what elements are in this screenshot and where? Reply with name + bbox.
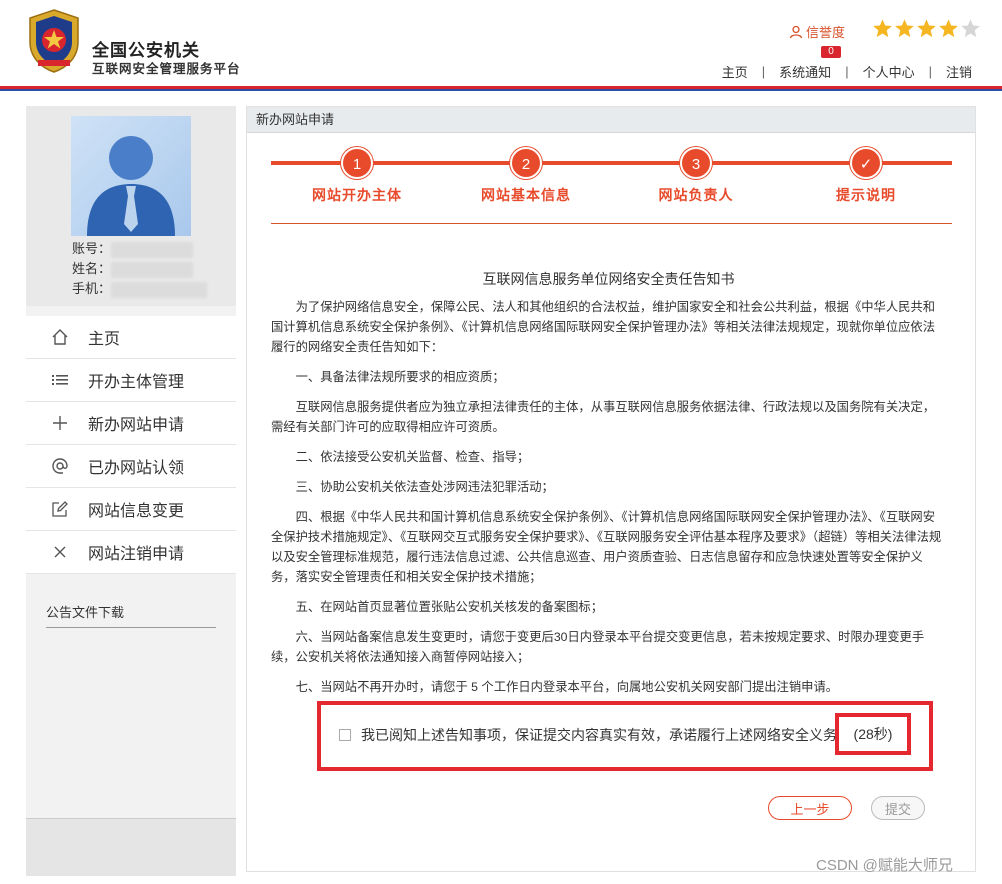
credit-label: 信誉度: [806, 25, 846, 40]
nav-logout[interactable]: 注销: [946, 62, 972, 81]
step-label: 网站开办主体: [312, 187, 402, 203]
notification-count-badge: 0: [821, 46, 841, 58]
sidebar-item-label: 主页: [88, 331, 121, 348]
sidebar-footer: [26, 818, 236, 876]
step-label: 网站负责人: [658, 187, 734, 203]
nav-home[interactable]: 主页: [722, 62, 748, 81]
list-icon: [50, 370, 70, 390]
sidebar-item-label: 网站信息变更: [88, 503, 185, 520]
phone-value-redacted: [111, 281, 208, 298]
account-row: 账号：: [72, 238, 194, 258]
step-label: 提示说明: [836, 187, 896, 203]
nav-system-notice[interactable]: 系统通知: [779, 62, 831, 81]
step-4: ✓ 提示说明: [806, 147, 926, 205]
police-emblem-icon: [29, 9, 79, 73]
phone-label: 手机：: [72, 281, 112, 296]
progress-steps: 1 网站开办主体 2 网站基本信息 3 网站负责人 ✓ 提示说明: [271, 147, 952, 207]
step-number: 1: [341, 147, 373, 179]
sidebar-item-entity-management[interactable]: 开办主体管理: [26, 359, 236, 402]
watermark: CSDN @赋能大师兄: [816, 857, 953, 874]
name-row: 姓名：: [72, 258, 194, 278]
top-navigation: 主页 | 系统通知 | 个人中心 | 注销: [722, 62, 972, 81]
sidebar-item-label: 已办网站认领: [88, 460, 185, 477]
avatar: [71, 116, 191, 236]
sidebar: 账号： 姓名： 手机： 主页 开办主体管理 新办网站申请 已办网站认领 网站信息…: [26, 106, 236, 876]
step-check: ✓: [850, 147, 882, 179]
document-paragraph: 五、在网站首页显著位置张贴公安机关核发的备案图标；: [295, 600, 604, 614]
agreement-highlight-box: 我已阅知上述告知事项，保证提交内容真实有效，承诺履行上述网络安全义务 (28秒): [317, 701, 933, 771]
step-number: 3: [680, 147, 712, 179]
sidebar-item-change-info[interactable]: 网站信息变更: [26, 488, 236, 531]
step-3: 3 网站负责人: [636, 147, 756, 205]
star-filled-icon: [873, 19, 892, 38]
header-divider-blue: [0, 89, 1002, 91]
panel-title: 新办网站申请: [247, 107, 975, 133]
step-label: 网站基本信息: [481, 187, 571, 203]
home-icon: [50, 327, 70, 347]
agreement-text: 我已阅知上述告知事项，保证提交内容真实有效，承诺履行上述网络安全义务: [361, 727, 837, 743]
document-title: 互联网信息服务单位网络安全责任告知书: [482, 271, 735, 287]
account-value-redacted: [111, 241, 194, 258]
document-paragraph: 六、当网站备案信息发生变更时，请您于变更后30日内登录本平台提交变更信息，若未按…: [271, 630, 925, 664]
close-icon: [50, 542, 70, 562]
phone-row: 手机：: [72, 278, 208, 298]
step-1: 1 网站开办主体: [297, 147, 417, 205]
site-subtitle: 互联网安全管理服务平台: [92, 62, 241, 76]
main-panel: 新办网站申请 1 网站开办主体 2 网站基本信息 3 网站负责人 ✓ 提示说明 …: [246, 106, 976, 872]
at-icon: [50, 456, 70, 476]
document-paragraph: 一、具备法律法规所要求的相应资质；: [295, 370, 505, 384]
star-filled-icon: [895, 19, 914, 38]
user-icon: [789, 25, 803, 38]
agreement-checkbox[interactable]: [339, 729, 351, 741]
step-number: 2: [510, 147, 542, 179]
step-2: 2 网站基本信息: [466, 147, 586, 205]
announcement-downloads-link[interactable]: 公告文件下载: [46, 602, 216, 628]
rating-stars: [872, 18, 981, 39]
document-paragraph: 三、协助公安机关依法查处涉网违法犯罪活动；: [295, 480, 554, 494]
countdown-timer: (28秒): [835, 713, 911, 755]
sidebar-item-claim-website[interactable]: 已办网站认领: [26, 445, 236, 488]
sidebar-item-label: 开办主体管理: [88, 374, 185, 391]
document-paragraph: 互联网信息服务提供者应为独立承担法律责任的主体，从事互联网信息服务依据法律、行政…: [271, 400, 936, 434]
star-filled-icon: [917, 19, 936, 38]
credit-rating-label: 信誉度: [789, 22, 845, 41]
submit-button[interactable]: 提交: [871, 796, 925, 820]
star-empty-icon: [961, 19, 980, 38]
avatar-placeholder-icon: [87, 136, 175, 236]
document-paragraph: 七、当网站不再开办时，请您于 5 个工作日内登录本平台，向属地公安机关网安部门提…: [295, 680, 839, 694]
sidebar-item-label: 网站注销申请: [88, 546, 185, 563]
sidebar-menu: 主页 开办主体管理 新办网站申请 已办网站认领 网站信息变更 网站注销申请: [26, 316, 236, 574]
sidebar-item-new-website[interactable]: 新办网站申请: [26, 402, 236, 445]
sidebar-item-cancel-website[interactable]: 网站注销申请: [26, 531, 236, 574]
sidebar-item-label: 新办网站申请: [88, 417, 185, 434]
plus-icon: [50, 413, 70, 433]
notice-document: 互联网信息服务单位网络安全责任告知书 为了保护网络信息安全，保障公民、法人和其他…: [271, 269, 946, 707]
site-header: 全国公安机关 互联网安全管理服务平台 信誉度 0 主页 | 系统通知 | 个人中…: [0, 0, 1002, 86]
document-paragraph: 二、依法接受公安机关监督、检查、指导；: [295, 450, 530, 464]
document-paragraph: 四、根据《中华人民共和国计算机信息系统安全保护条例》、《计算机信息网络国际联网安…: [271, 510, 942, 584]
sidebar-item-home[interactable]: 主页: [26, 316, 236, 359]
document-paragraph: 为了保护网络信息安全，保障公民、法人和其他组织的合法权益，维护国家安全和社会公共…: [271, 300, 936, 354]
name-value-redacted: [111, 261, 194, 278]
account-label: 账号：: [72, 241, 112, 256]
nav-separator: |: [761, 64, 766, 79]
agreement-checkbox-label[interactable]: 我已阅知上述告知事项，保证提交内容真实有效，承诺履行上述网络安全义务: [339, 725, 837, 745]
steps-divider: [271, 223, 952, 224]
nav-personal-center[interactable]: 个人中心: [863, 62, 915, 81]
previous-step-button[interactable]: 上一步: [768, 796, 852, 820]
name-label: 姓名：: [72, 261, 112, 276]
nav-separator: |: [845, 64, 849, 79]
user-profile: 账号： 姓名： 手机：: [26, 106, 236, 306]
star-filled-icon: [939, 19, 958, 38]
edit-icon: [50, 499, 70, 519]
nav-separator: |: [928, 64, 932, 79]
